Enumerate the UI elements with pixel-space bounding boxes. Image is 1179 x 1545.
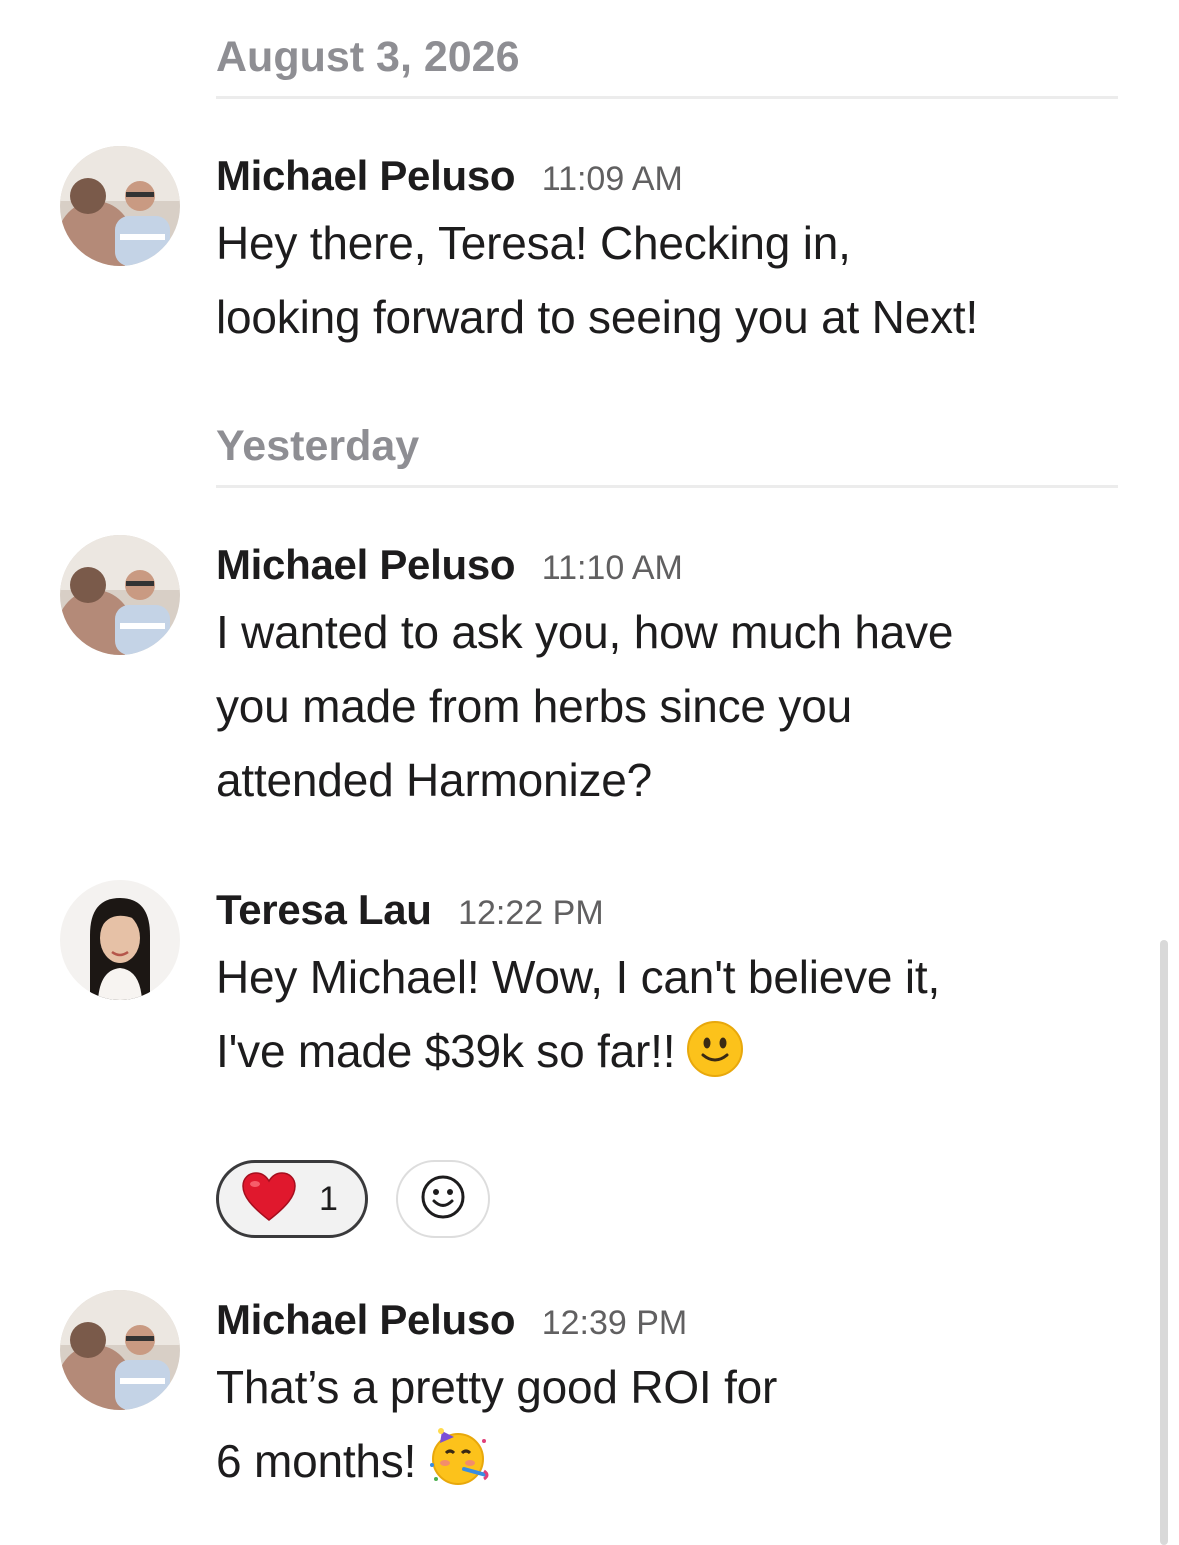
message-text-line: attended Harmonize? xyxy=(216,754,653,806)
partying-face-emoji xyxy=(428,1427,492,1508)
day-divider-label: Yesterday xyxy=(216,422,420,470)
message-timestamp[interactable]: 11:10 AM xyxy=(542,549,683,587)
day-divider: August 3, 2026 xyxy=(216,32,1118,99)
message-text-line: I wanted to ask you, how much have xyxy=(216,606,954,658)
slightly-smiling-face-emoji xyxy=(687,1021,744,1098)
sender-name[interactable]: Teresa Lau xyxy=(216,886,432,933)
message-header: Michael Peluso 11:10 AM xyxy=(216,535,1116,595)
message-text: Hey there, Teresa! Checking in, looking … xyxy=(216,206,1116,354)
scrollbar[interactable] xyxy=(1160,940,1168,1545)
message-item[interactable]: Michael Peluso 11:09 AM Hey there, Teres… xyxy=(0,146,1140,346)
message-header: Michael Peluso 11:09 AM xyxy=(216,146,1116,206)
message-feed: August 3, 2026 Michael Peluso 11:09 AM H… xyxy=(0,0,1179,1545)
message-text-line: 6 months! xyxy=(216,1424,1116,1508)
sender-name[interactable]: Michael Peluso xyxy=(216,152,516,199)
message-text-line: That’s a pretty good ROI for xyxy=(216,1361,778,1413)
message-text-line: you made from herbs since you xyxy=(216,680,852,732)
message-item[interactable]: Michael Peluso 11:10 AM I wanted to ask … xyxy=(0,535,1140,806)
message-text: That’s a pretty good ROI for 6 months! xyxy=(216,1350,1116,1508)
avatar-teresa-lau[interactable] xyxy=(60,880,180,1000)
message-timestamp[interactable]: 12:22 PM xyxy=(458,894,604,932)
sender-name[interactable]: Michael Peluso xyxy=(216,1296,516,1343)
message-text-line-content: I've made $39k so far!! xyxy=(216,1025,676,1077)
message-body: Michael Peluso 11:09 AM Hey there, Teres… xyxy=(216,146,1116,354)
message-text: I wanted to ask you, how much have you m… xyxy=(216,595,1116,817)
message-text-line: I've made $39k so far!! xyxy=(216,1014,1116,1098)
reaction-heart-button[interactable]: 1 xyxy=(216,1160,368,1238)
message-text-line: Hey Michael! Wow, I can't believe it, xyxy=(216,951,941,1003)
message-text: Hey Michael! Wow, I can't believe it, I'… xyxy=(216,940,1116,1098)
message-text-line-content: 6 months! xyxy=(216,1435,417,1487)
message-item[interactable]: Teresa Lau 12:22 PM Hey Michael! Wow, I … xyxy=(0,880,1140,1240)
message-header: Michael Peluso 12:39 PM xyxy=(216,1290,1116,1350)
message-header: Teresa Lau 12:22 PM xyxy=(216,880,1116,940)
message-body: Michael Peluso 12:39 PM That’s a pretty … xyxy=(216,1290,1116,1508)
message-timestamp[interactable]: 11:09 AM xyxy=(542,160,683,198)
add-reaction-button[interactable] xyxy=(396,1160,490,1238)
message-item[interactable]: Michael Peluso 12:39 PM That’s a pretty … xyxy=(0,1290,1140,1500)
message-timestamp[interactable]: 12:39 PM xyxy=(542,1304,688,1342)
message-text-line: Hey there, Teresa! Checking in, xyxy=(216,217,851,269)
reactions-bar: 1 xyxy=(216,1160,490,1238)
message-body: Michael Peluso 11:10 AM I wanted to ask … xyxy=(216,535,1116,817)
avatar-michael-peluso[interactable] xyxy=(60,1290,180,1410)
sender-name[interactable]: Michael Peluso xyxy=(216,541,516,588)
red-heart-emoji xyxy=(241,1171,297,1227)
day-divider-label: August 3, 2026 xyxy=(216,33,520,81)
day-divider: Yesterday xyxy=(216,421,1118,488)
avatar-michael-peluso[interactable] xyxy=(60,535,180,655)
reaction-count: 1 xyxy=(319,1179,338,1218)
message-body: Teresa Lau 12:22 PM Hey Michael! Wow, I … xyxy=(216,880,1116,1238)
avatar-michael-peluso[interactable] xyxy=(60,146,180,266)
smiley-add-reaction-icon xyxy=(419,1173,467,1226)
message-text-line: looking forward to seeing you at Next! xyxy=(216,291,979,343)
